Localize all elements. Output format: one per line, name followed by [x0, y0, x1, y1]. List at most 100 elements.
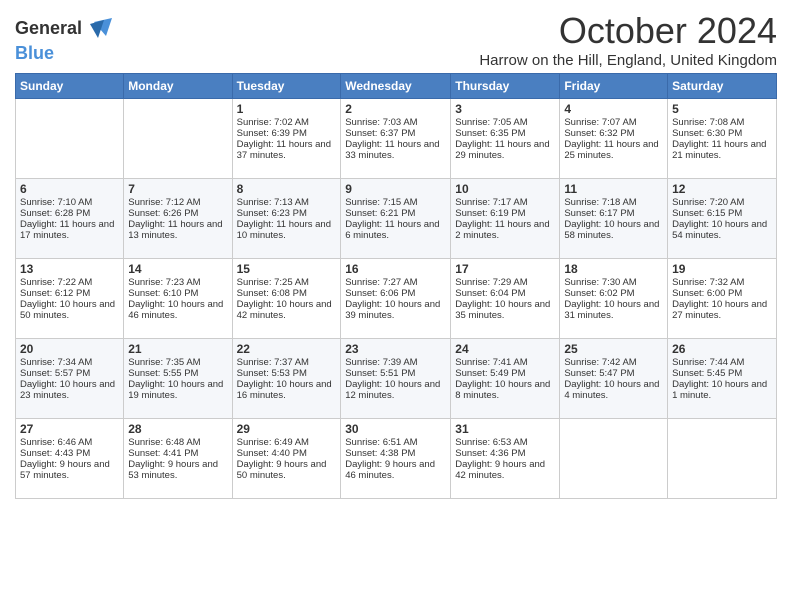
- day-info: Daylight: 10 hours and 42 minutes.: [237, 299, 337, 321]
- day-info: Sunrise: 7:34 AM: [20, 357, 119, 368]
- calendar-table: Sunday Monday Tuesday Wednesday Thursday…: [15, 73, 777, 499]
- day-info: Daylight: 9 hours and 50 minutes.: [237, 459, 337, 481]
- day-info: Sunrise: 7:42 AM: [564, 357, 663, 368]
- calendar-cell-3-5: 17Sunrise: 7:29 AMSunset: 6:04 PMDayligh…: [451, 259, 560, 339]
- day-info: Sunset: 6:32 PM: [564, 128, 663, 139]
- col-friday: Friday: [560, 74, 668, 99]
- day-number: 1: [237, 102, 337, 116]
- day-info: Daylight: 10 hours and 54 minutes.: [672, 219, 772, 241]
- calendar-cell-2-6: 11Sunrise: 7:18 AMSunset: 6:17 PMDayligh…: [560, 179, 668, 259]
- calendar-cell-3-6: 18Sunrise: 7:30 AMSunset: 6:02 PMDayligh…: [560, 259, 668, 339]
- day-info: Sunset: 5:51 PM: [345, 368, 446, 379]
- day-info: Sunset: 6:10 PM: [128, 288, 227, 299]
- day-number: 10: [455, 182, 555, 196]
- calendar-cell-3-2: 14Sunrise: 7:23 AMSunset: 6:10 PMDayligh…: [124, 259, 232, 339]
- day-info: Daylight: 10 hours and 12 minutes.: [345, 379, 446, 401]
- day-info: Sunrise: 7:35 AM: [128, 357, 227, 368]
- day-info: Sunrise: 7:18 AM: [564, 197, 663, 208]
- day-info: Daylight: 10 hours and 27 minutes.: [672, 299, 772, 321]
- day-info: Sunrise: 7:25 AM: [237, 277, 337, 288]
- day-number: 15: [237, 262, 337, 276]
- day-info: Sunrise: 7:12 AM: [128, 197, 227, 208]
- calendar-cell-5-2: 28Sunrise: 6:48 AMSunset: 4:41 PMDayligh…: [124, 419, 232, 499]
- day-number: 5: [672, 102, 772, 116]
- day-number: 3: [455, 102, 555, 116]
- day-number: 16: [345, 262, 446, 276]
- subtitle: Harrow on the Hill, England, United King…: [479, 52, 777, 69]
- calendar-cell-1-5: 3Sunrise: 7:05 AMSunset: 6:35 PMDaylight…: [451, 99, 560, 179]
- day-info: Sunrise: 7:08 AM: [672, 117, 772, 128]
- day-info: Sunrise: 6:48 AM: [128, 437, 227, 448]
- day-info: Sunset: 6:28 PM: [20, 208, 119, 219]
- day-info: Daylight: 9 hours and 42 minutes.: [455, 459, 555, 481]
- logo-text-line2: Blue: [15, 43, 54, 63]
- calendar-header-row: Sunday Monday Tuesday Wednesday Thursday…: [16, 74, 777, 99]
- calendar-week-4: 20Sunrise: 7:34 AMSunset: 5:57 PMDayligh…: [16, 339, 777, 419]
- day-info: Daylight: 11 hours and 33 minutes.: [345, 139, 446, 161]
- calendar-cell-5-1: 27Sunrise: 6:46 AMSunset: 4:43 PMDayligh…: [16, 419, 124, 499]
- day-info: Daylight: 11 hours and 10 minutes.: [237, 219, 337, 241]
- day-info: Daylight: 10 hours and 58 minutes.: [564, 219, 663, 241]
- day-number: 14: [128, 262, 227, 276]
- day-info: Sunset: 6:37 PM: [345, 128, 446, 139]
- day-info: Sunset: 6:04 PM: [455, 288, 555, 299]
- day-number: 27: [20, 422, 119, 436]
- calendar-cell-1-7: 5Sunrise: 7:08 AMSunset: 6:30 PMDaylight…: [668, 99, 777, 179]
- calendar-cell-3-1: 13Sunrise: 7:22 AMSunset: 6:12 PMDayligh…: [16, 259, 124, 339]
- day-info: Daylight: 9 hours and 53 minutes.: [128, 459, 227, 481]
- day-info: Sunset: 6:35 PM: [455, 128, 555, 139]
- day-number: 29: [237, 422, 337, 436]
- day-info: Daylight: 11 hours and 2 minutes.: [455, 219, 555, 241]
- day-number: 12: [672, 182, 772, 196]
- day-number: 28: [128, 422, 227, 436]
- day-info: Sunset: 5:57 PM: [20, 368, 119, 379]
- day-number: 31: [455, 422, 555, 436]
- day-info: Daylight: 10 hours and 19 minutes.: [128, 379, 227, 401]
- day-info: Sunrise: 7:29 AM: [455, 277, 555, 288]
- day-info: Sunset: 5:47 PM: [564, 368, 663, 379]
- calendar-cell-2-7: 12Sunrise: 7:20 AMSunset: 6:15 PMDayligh…: [668, 179, 777, 259]
- calendar-cell-3-3: 15Sunrise: 7:25 AMSunset: 6:08 PMDayligh…: [232, 259, 341, 339]
- calendar-cell-1-4: 2Sunrise: 7:03 AMSunset: 6:37 PMDaylight…: [341, 99, 451, 179]
- day-info: Daylight: 10 hours and 16 minutes.: [237, 379, 337, 401]
- day-number: 18: [564, 262, 663, 276]
- col-wednesday: Wednesday: [341, 74, 451, 99]
- calendar-cell-2-4: 9Sunrise: 7:15 AMSunset: 6:21 PMDaylight…: [341, 179, 451, 259]
- col-monday: Monday: [124, 74, 232, 99]
- calendar-cell-3-7: 19Sunrise: 7:32 AMSunset: 6:00 PMDayligh…: [668, 259, 777, 339]
- title-block: October 2024 Harrow on the Hill, England…: [479, 10, 777, 69]
- day-info: Sunset: 5:55 PM: [128, 368, 227, 379]
- day-info: Sunrise: 7:05 AM: [455, 117, 555, 128]
- logo-icon: [84, 14, 114, 44]
- calendar-week-3: 13Sunrise: 7:22 AMSunset: 6:12 PMDayligh…: [16, 259, 777, 339]
- day-info: Sunset: 6:00 PM: [672, 288, 772, 299]
- day-number: 20: [20, 342, 119, 356]
- day-number: 22: [237, 342, 337, 356]
- day-info: Daylight: 10 hours and 39 minutes.: [345, 299, 446, 321]
- day-info: Sunrise: 7:10 AM: [20, 197, 119, 208]
- day-number: 11: [564, 182, 663, 196]
- day-info: Sunset: 6:21 PM: [345, 208, 446, 219]
- calendar-cell-1-3: 1Sunrise: 7:02 AMSunset: 6:39 PMDaylight…: [232, 99, 341, 179]
- day-info: Sunrise: 7:13 AM: [237, 197, 337, 208]
- day-info: Daylight: 10 hours and 23 minutes.: [20, 379, 119, 401]
- calendar-cell-5-7: [668, 419, 777, 499]
- day-info: Daylight: 11 hours and 29 minutes.: [455, 139, 555, 161]
- day-info: Sunrise: 7:44 AM: [672, 357, 772, 368]
- day-info: Sunset: 5:49 PM: [455, 368, 555, 379]
- day-info: Sunset: 4:40 PM: [237, 448, 337, 459]
- calendar-cell-4-6: 25Sunrise: 7:42 AMSunset: 5:47 PMDayligh…: [560, 339, 668, 419]
- calendar-cell-5-3: 29Sunrise: 6:49 AMSunset: 4:40 PMDayligh…: [232, 419, 341, 499]
- calendar-cell-5-4: 30Sunrise: 6:51 AMSunset: 4:38 PMDayligh…: [341, 419, 451, 499]
- calendar-cell-4-2: 21Sunrise: 7:35 AMSunset: 5:55 PMDayligh…: [124, 339, 232, 419]
- day-info: Daylight: 10 hours and 35 minutes.: [455, 299, 555, 321]
- day-number: 30: [345, 422, 446, 436]
- day-info: Sunrise: 7:07 AM: [564, 117, 663, 128]
- day-info: Sunrise: 7:32 AM: [672, 277, 772, 288]
- calendar-week-1: 1Sunrise: 7:02 AMSunset: 6:39 PMDaylight…: [16, 99, 777, 179]
- day-info: Sunset: 4:38 PM: [345, 448, 446, 459]
- day-info: Daylight: 10 hours and 50 minutes.: [20, 299, 119, 321]
- day-info: Sunrise: 6:53 AM: [455, 437, 555, 448]
- calendar-cell-1-6: 4Sunrise: 7:07 AMSunset: 6:32 PMDaylight…: [560, 99, 668, 179]
- day-number: 25: [564, 342, 663, 356]
